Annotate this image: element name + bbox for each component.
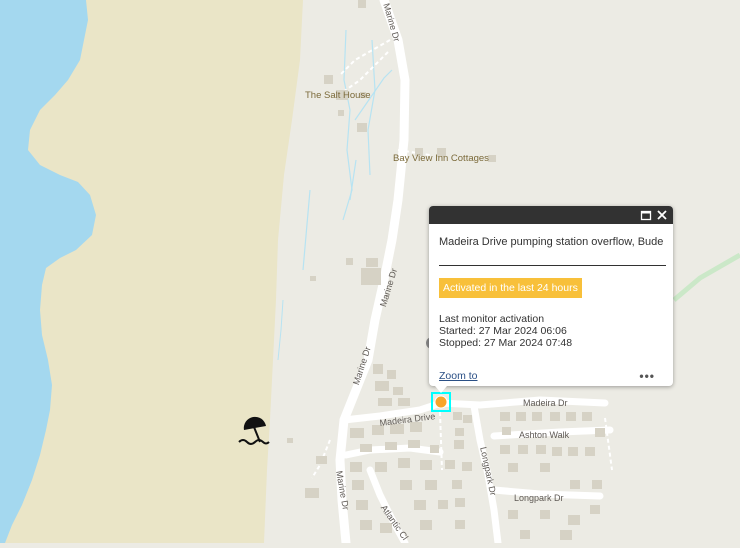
popup-title: Madeira Drive pumping station overflow, … [439,236,664,248]
place-label-salt-house: The Salt House [305,90,371,101]
info-popup[interactable]: Madeira Drive pumping station overflow, … [429,206,673,393]
place-label-bay-view: Bay View Inn Cottages [393,153,489,164]
more-options-button[interactable]: ••• [639,369,655,383]
map-view[interactable]: The Salt House Bay View Inn Cottages Mar… [0,0,740,548]
stopped-time: Stopped: 27 Mar 2024 07:48 [439,337,573,349]
close-icon[interactable] [655,208,669,222]
zoom-to-link[interactable]: Zoom to [439,370,478,382]
maximize-icon[interactable] [639,208,653,222]
road-label-ashton-walk: Ashton Walk [519,430,570,440]
road-label-madeira-dr: Madeira Dr [523,398,568,408]
road-label-longpark-dr: Longpark Dr [514,493,564,503]
last-activation-label: Last monitor activation [439,313,545,325]
status-badge: Activated in the last 24 hours [439,278,582,298]
popup-pointer [435,386,447,393]
started-time: Started: 27 Mar 2024 06:06 [439,325,567,337]
popup-header [429,206,673,224]
popup-divider [439,265,666,266]
